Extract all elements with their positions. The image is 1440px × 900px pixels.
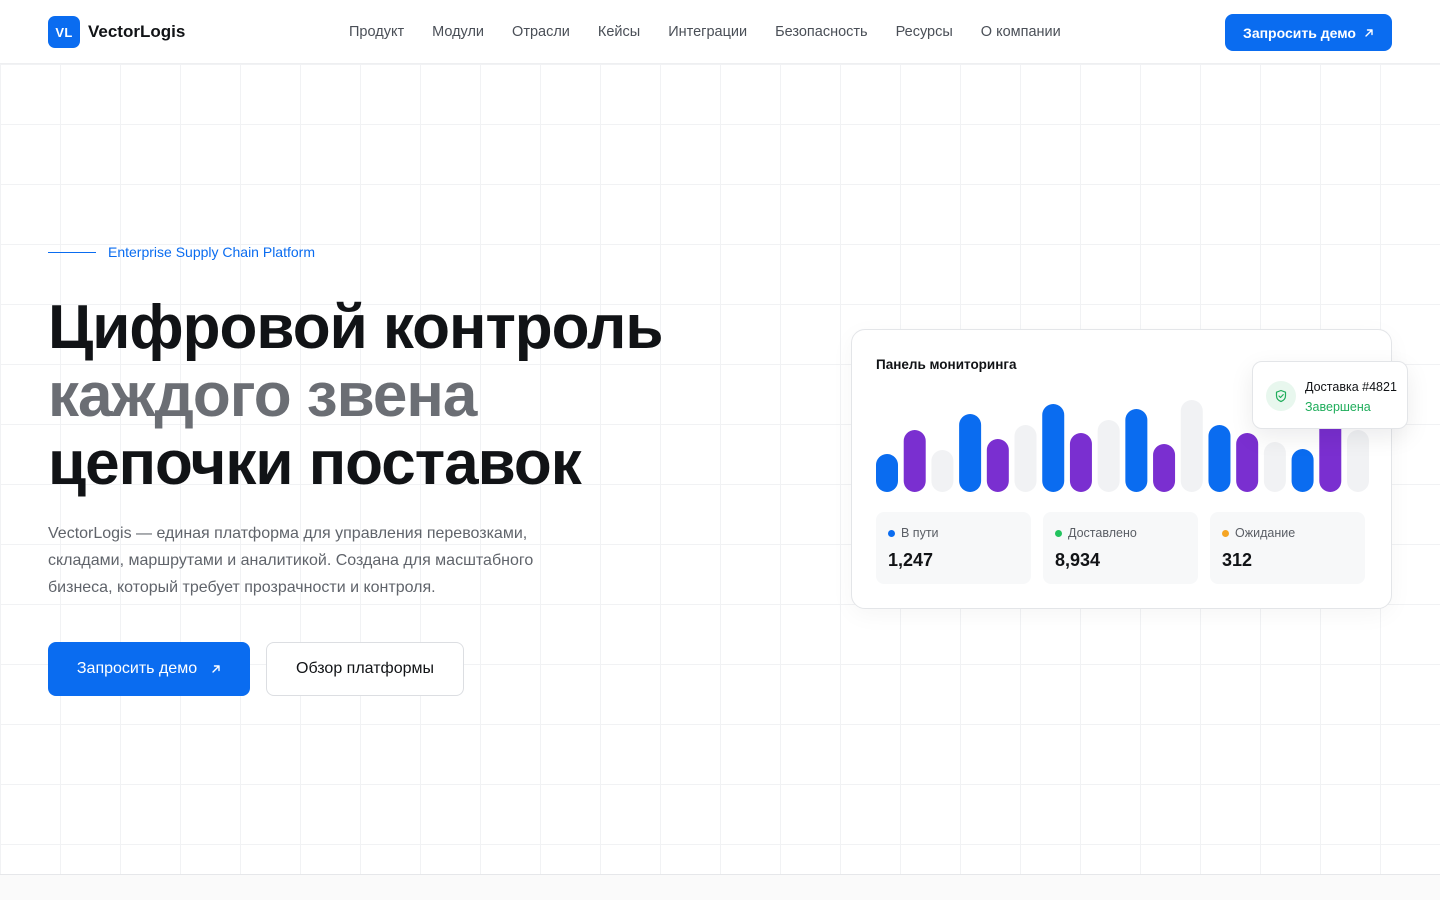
nav-item-product[interactable]: Продукт bbox=[349, 22, 404, 42]
logo[interactable]: VL VectorLogis bbox=[48, 16, 185, 48]
stat-label: В пути bbox=[901, 526, 939, 540]
chart-bar-6 bbox=[1014, 425, 1037, 492]
chart-bar-3 bbox=[931, 450, 954, 492]
chart-bar-15 bbox=[1263, 442, 1286, 492]
chart-bar-16 bbox=[1291, 449, 1314, 492]
hero-description: VectorLogis — единая платформа для управ… bbox=[48, 525, 534, 596]
header-request-demo-button[interactable]: Запросить демо bbox=[1225, 14, 1392, 51]
chart-bar-12 bbox=[1180, 400, 1203, 492]
hero-secondary-label: Обзор платформы bbox=[296, 660, 434, 677]
chart-bar-7 bbox=[1042, 404, 1065, 492]
toast-title: Доставка #4821 bbox=[1305, 380, 1397, 394]
platform-overview-button[interactable]: Обзор платформы bbox=[266, 642, 464, 696]
logo-mark: VL bbox=[48, 16, 80, 48]
next-section-edge bbox=[0, 874, 1440, 900]
dashboard-stats: В пути 1,247 Доставлено 8,934 Ожидание 3… bbox=[876, 512, 1365, 584]
stat-label: Доставлено bbox=[1068, 526, 1137, 540]
logo-text: VectorLogis bbox=[88, 22, 186, 41]
chart-bar-13 bbox=[1208, 425, 1231, 492]
chart-bar-2 bbox=[903, 430, 926, 492]
chart-bar-11 bbox=[1153, 444, 1176, 492]
chart-bar-18 bbox=[1347, 430, 1369, 492]
stat-pending: Ожидание 312 bbox=[1210, 512, 1365, 584]
chart-bar-4 bbox=[959, 414, 982, 492]
nav-item-modules[interactable]: Модули bbox=[432, 22, 484, 42]
nav-item-resources[interactable]: Ресурсы bbox=[896, 22, 953, 42]
arrow-up-right-icon bbox=[1364, 28, 1374, 38]
hero-eyebrow: Enterprise Supply Chain Platform bbox=[48, 244, 315, 260]
hero-title: Цифровой контроль каждого звена цепочки … bbox=[48, 293, 664, 498]
hero-title-line-2: каждого звена bbox=[48, 361, 477, 430]
nav-item-about[interactable]: О компании bbox=[981, 22, 1061, 42]
eyebrow-text: Enterprise Supply Chain Platform bbox=[108, 244, 315, 260]
hero-request-demo-button[interactable]: Запросить демо bbox=[48, 642, 250, 696]
status-dot bbox=[1222, 529, 1229, 537]
chart-bar-9 bbox=[1097, 420, 1120, 492]
main-nav: Продукт Модули Отрасли Кейсы Интеграции … bbox=[349, 22, 1061, 42]
nav-item-industries[interactable]: Отрасли bbox=[512, 22, 570, 42]
shield-check-icon bbox=[1266, 381, 1296, 411]
toast-status: Завершена bbox=[1305, 400, 1371, 414]
chart-bar-8 bbox=[1069, 433, 1092, 492]
delivery-notification: Доставка #4821 Завершена bbox=[1252, 361, 1408, 429]
status-dot bbox=[888, 529, 895, 537]
site-header: VL VectorLogis Продукт Модули Отрасли Ке… bbox=[0, 0, 1440, 64]
chart-bar-1 bbox=[876, 454, 898, 492]
hero-title-line-1: Цифровой контроль bbox=[48, 293, 664, 362]
stat-value: 312 bbox=[1222, 550, 1253, 570]
stat-value: 1,247 bbox=[888, 550, 934, 570]
stat-delivered: Доставлено 8,934 bbox=[1043, 512, 1198, 584]
header-cta-label: Запросить демо bbox=[1243, 24, 1356, 41]
chart-bar-10 bbox=[1125, 409, 1148, 492]
stat-value: 8,934 bbox=[1055, 550, 1101, 570]
nav-item-integrations[interactable]: Интеграции bbox=[668, 22, 747, 42]
hero-title-line-3: цепочки поставок bbox=[48, 429, 582, 498]
nav-item-cases[interactable]: Кейсы bbox=[598, 22, 640, 42]
arrow-up-right-icon bbox=[211, 664, 221, 674]
stat-in-transit: В пути 1,247 bbox=[876, 512, 1031, 584]
hero-primary-label: Запросить демо bbox=[76, 660, 198, 677]
dashboard-title: Панель мониторинга bbox=[876, 357, 1017, 372]
status-dot bbox=[1055, 529, 1062, 537]
stat-label: Ожидание bbox=[1235, 526, 1296, 540]
chart-bar-5 bbox=[986, 439, 1009, 492]
nav-item-security[interactable]: Безопасность bbox=[775, 22, 868, 42]
chart-bar-14 bbox=[1236, 433, 1259, 492]
eyebrow-line bbox=[48, 251, 96, 253]
